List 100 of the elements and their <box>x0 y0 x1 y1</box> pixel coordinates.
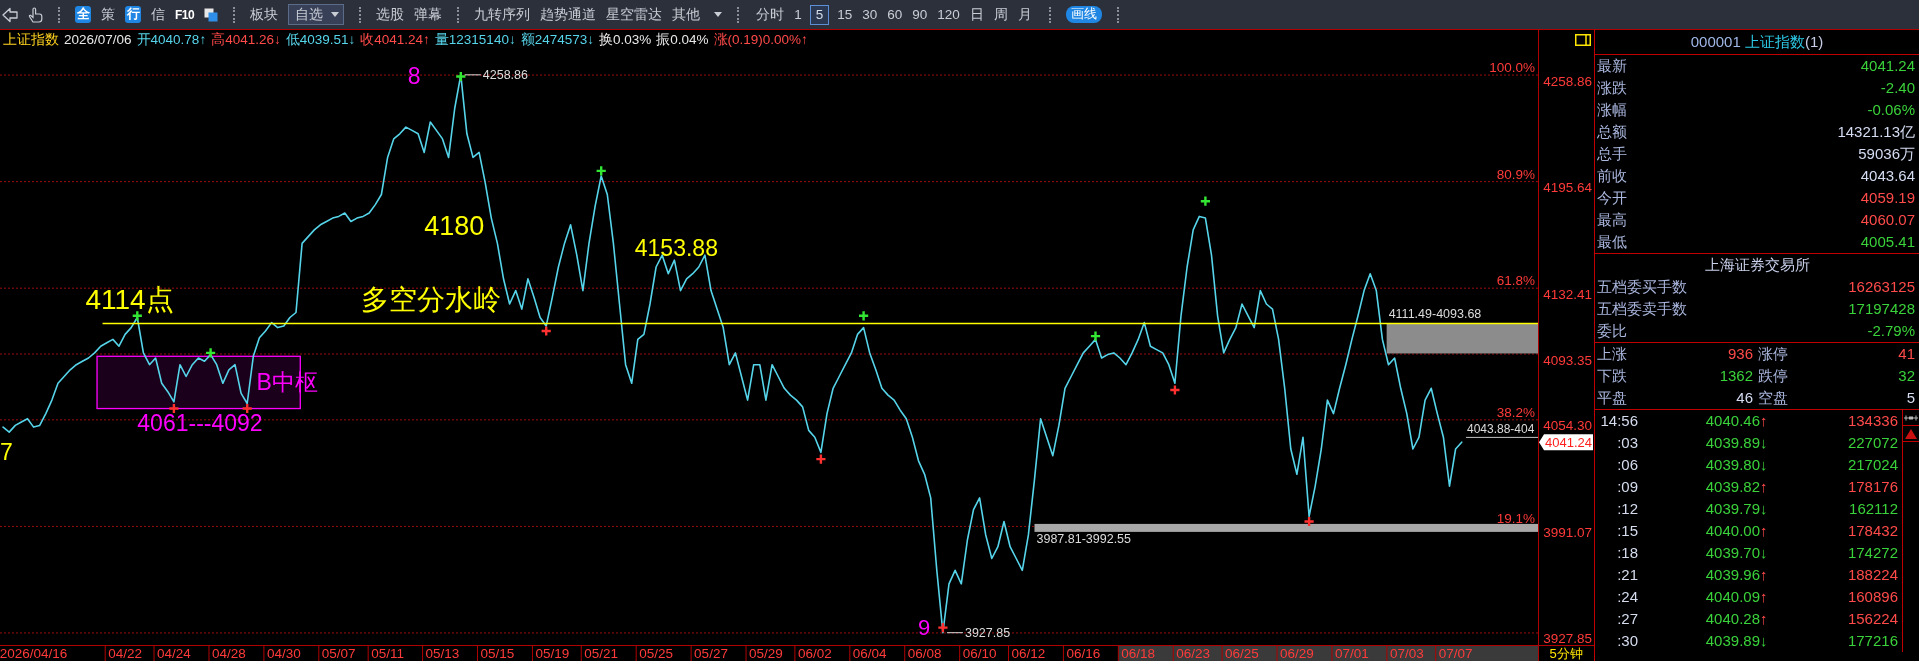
quote-label: 总手 <box>1597 144 1627 164</box>
overlapping-squares-icon[interactable] <box>204 7 219 22</box>
tick-price: 4040.28 <box>1704 609 1760 629</box>
date-axis-label: 04/22 <box>108 646 142 661</box>
tick-time: :27 <box>1616 609 1638 629</box>
fib-level-label: 19.1% <box>1496 511 1535 527</box>
price-axis-label: 4093.35 <box>1543 352 1592 368</box>
date-axis-label: 06/04 <box>852 646 887 661</box>
toolbar-button[interactable]: 全 <box>75 6 91 23</box>
annotation-label: 4180 <box>424 211 485 242</box>
period-tab[interactable]: 5 <box>809 4 830 25</box>
leader-line <box>464 74 482 76</box>
quote-field: 2026/07/06 <box>64 30 132 50</box>
period-tab[interactable]: 周 <box>991 5 1010 24</box>
tick-time: :21 <box>1616 565 1638 585</box>
period-tab[interactable]: 30 <box>860 5 880 24</box>
toolbar-button[interactable]: 板块 <box>250 5 279 24</box>
tick-price: 4039.89 <box>1704 631 1760 651</box>
date-axis-label: 06/23 <box>1176 646 1211 661</box>
date-axis-label: 05/13 <box>425 646 460 661</box>
tick-price: 4039.82 <box>1704 477 1760 497</box>
period-tab[interactable]: 90 <box>910 5 930 24</box>
triangle-icon[interactable] <box>1905 428 1917 439</box>
quote-value: 4005.41 <box>1860 232 1915 252</box>
quote-label: 前收 <box>1597 166 1627 186</box>
toolbar-button[interactable]: 策 <box>101 5 115 24</box>
tick-volume: 134336 <box>1846 411 1899 431</box>
quote-field: 开4040.78↑ <box>136 30 207 50</box>
back-arrow-icon[interactable] <box>2 6 18 23</box>
tick-volume: 217024 <box>1846 455 1899 475</box>
toolbar-button[interactable]: 九转序列 <box>474 5 531 24</box>
tick-time: :24 <box>1616 587 1638 607</box>
order-label: 五档委买手数 <box>1597 277 1687 297</box>
date-axis-label: 05/15 <box>480 646 515 661</box>
price-axis-label: 3991.07 <box>1543 524 1592 540</box>
period-tab[interactable]: 1 <box>792 5 804 24</box>
date-axis-label: 04/30 <box>266 646 301 661</box>
order-value: 16263125 <box>1848 277 1915 297</box>
period-label: 5分钟 <box>1549 646 1583 661</box>
date-axis-label: 06/25 <box>1225 646 1259 661</box>
tick-price: 4040.09 <box>1704 587 1760 607</box>
date-axis-label: 06/18 <box>1121 646 1156 661</box>
tick-arrow: ↑ <box>1760 411 1769 431</box>
tick-arrow: ↑ <box>1760 587 1769 607</box>
range-label: 4061---4092 <box>137 409 263 436</box>
tick-volume: 178176 <box>1846 477 1899 497</box>
quote-label: 最低 <box>1597 232 1627 252</box>
panel-toggle-icon[interactable] <box>1575 34 1591 46</box>
quote-label: 最高 <box>1597 210 1627 230</box>
limit-count: 41 <box>1897 344 1915 364</box>
dropdown-button[interactable]: 自选 <box>288 4 345 25</box>
period-tab[interactable]: 分时 <box>754 5 787 24</box>
quote-value: 14321.13亿 <box>1837 122 1915 142</box>
period-tab[interactable]: 月 <box>1015 5 1034 24</box>
breadth-count: 1362 <box>1718 366 1753 386</box>
price-axis-label: 4195.64 <box>1543 180 1592 196</box>
toolbar-button[interactable]: F10 <box>175 5 195 24</box>
limit-label: 跌停 <box>1758 366 1788 386</box>
price-axis-label: 4258.86 <box>1543 73 1592 89</box>
period-tab[interactable]: 15 <box>835 5 855 24</box>
hand-pointer-icon[interactable] <box>28 6 43 23</box>
date-axis-label: 05/25 <box>639 646 673 661</box>
period-tab[interactable]: 日 <box>967 5 986 24</box>
caret-icon[interactable] <box>714 12 723 17</box>
toolbar-button[interactable]: 弹幕 <box>414 5 443 24</box>
tick-time: :06 <box>1616 455 1638 475</box>
tick-time: :09 <box>1616 477 1638 497</box>
draw-line-button[interactable]: 画线 <box>1065 6 1102 23</box>
quote-value: -2.40 <box>1880 78 1915 98</box>
quote-label: 总额 <box>1597 122 1627 142</box>
date-axis-label: 05/07 <box>321 646 356 661</box>
leader-line <box>946 632 964 634</box>
annotation-label: 9 <box>917 615 931 641</box>
period-tab[interactable]: 60 <box>885 5 905 24</box>
price-callout-label: 3927.85 <box>964 625 1011 640</box>
date-axis-label: 04/24 <box>157 646 191 661</box>
pin-icon[interactable] <box>1904 414 1918 421</box>
date-axis-label: 05/21 <box>584 646 619 661</box>
exchange-name: 上海证券交易所 <box>1703 255 1811 275</box>
annotation-label: 4153.88 <box>634 235 718 262</box>
ref-line-label: 4043.88-404 <box>1467 422 1535 437</box>
toolbar-button[interactable]: 趋势通道 <box>540 5 597 24</box>
date-axis-label: 07/07 <box>1438 646 1473 661</box>
period-tab[interactable]: 120 <box>935 5 962 24</box>
date-axis-label: 06/16 <box>1066 646 1101 661</box>
quote-field: 振0.04% <box>656 30 709 50</box>
toolbar-button[interactable]: 信 <box>151 5 165 24</box>
quote-value: 4060.07 <box>1860 210 1915 230</box>
toolbar-button[interactable]: 星空雷达 <box>606 5 663 24</box>
toolbar-button[interactable]: 行 <box>125 6 141 23</box>
order-value: -2.79% <box>1867 321 1915 341</box>
menu-button[interactable]: 其他 <box>672 5 701 24</box>
date-axis-label: 06/02 <box>797 646 832 661</box>
caret-icon[interactable] <box>331 12 340 17</box>
limit-count: 5 <box>1905 388 1915 408</box>
toolbar-button[interactable]: 选股 <box>376 5 405 24</box>
breadth-label: 下跌 <box>1597 366 1628 386</box>
quote-field: 收4041.24↑ <box>360 30 430 50</box>
tick-time: :18 <box>1616 543 1638 563</box>
quote-field: 涨(0.19)0.00%↑ <box>713 30 808 50</box>
